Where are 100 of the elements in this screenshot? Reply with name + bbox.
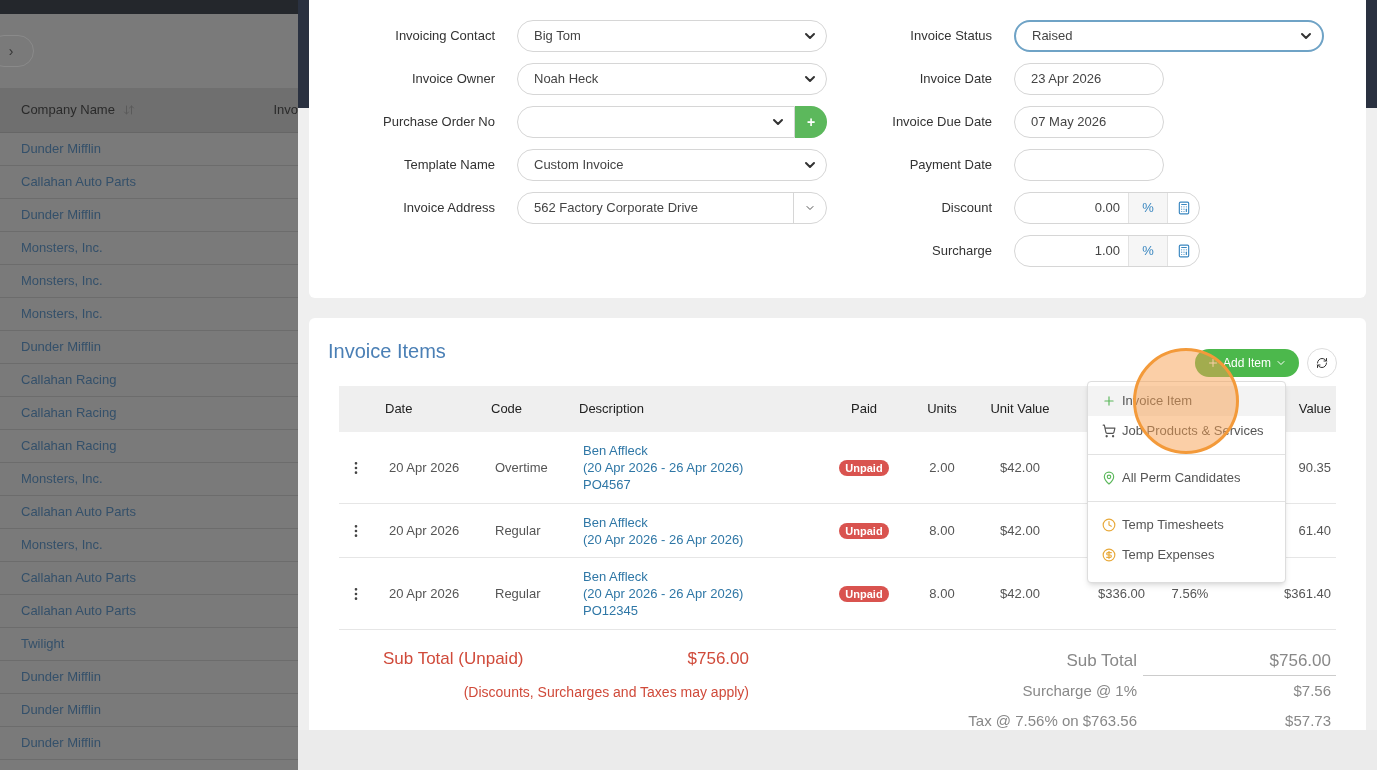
total-value: $756.00 [1143,646,1336,676]
table-cell-text: $361.40 [1283,584,1332,603]
total-label: Sub Total [1065,650,1138,673]
table-cell-text: $42.00 [999,458,1041,477]
company-link[interactable]: Callahan Auto Parts [21,568,136,588]
unpaid-badge: Unpaid [839,522,889,539]
menu-item[interactable]: Temp Timesheets [1088,510,1285,540]
description-link[interactable]: Ben Affleck [583,442,814,459]
select-field[interactable]: Custom Invoice [517,149,827,181]
company-link[interactable]: Monsters, Inc. [21,304,103,324]
table-cell-text: 8.00 [928,521,956,540]
field-label: Invoice Status [909,27,992,46]
column-header: Date [384,400,414,419]
section-title: Invoice Items [328,339,446,364]
table-cell-text: 2.00 [928,458,956,477]
table-cell-text: $42.00 [999,584,1041,603]
plus-icon [1102,394,1116,408]
company-link[interactable]: Twilight [21,634,65,654]
refresh-icon [1316,357,1328,369]
table-cell-text: 61.40 [1297,521,1332,540]
company-link[interactable]: Callahan Auto Parts [21,172,136,192]
field-label: Invoice Date [918,70,992,89]
select-field[interactable]: Noah Heck [517,63,827,95]
field-label: Template Name [402,156,495,175]
total-label: Surcharge @ 1% [1021,680,1138,701]
company-link[interactable]: Callahan Racing [21,436,117,456]
column-header[interactable]: Invo [273,100,298,120]
address-field[interactable]: 562 Factory Corporate Drive [517,192,827,224]
field-label: Invoicing Contact [394,27,495,46]
field-label: Discount [940,199,992,218]
company-link[interactable]: Dunder Mifflin [21,139,101,159]
plus-icon [1206,357,1219,369]
field-label: Payment Date [908,156,992,175]
field-label: Invoice Due Date [891,113,992,132]
table-cell-text: $336.00 [1097,584,1146,603]
description-link[interactable]: Ben Affleck [583,568,814,585]
company-link[interactable]: Dunder Mifflin [21,667,101,687]
column-header: Value [1297,400,1332,419]
map-pin-icon [1102,471,1116,485]
cart-icon [1102,424,1116,438]
field-label: Surcharge [931,242,992,261]
column-header: Units [926,400,958,419]
description-link[interactable]: (20 Apr 2026 - 26 Apr 2026) [583,459,814,476]
table-cell-text: $42.00 [999,521,1041,540]
company-link[interactable]: Callahan Auto Parts [21,502,136,522]
table-cell-text: 7.56% [1170,584,1210,603]
select-field[interactable]: Big Tom [517,20,827,52]
date-field[interactable]: 07 May 2026 [1014,106,1164,138]
column-header: Unit Value [989,400,1051,419]
table-cell-text: Regular [494,584,542,603]
add-item-button[interactable]: Add Item [1194,349,1299,377]
company-link[interactable]: Monsters, Inc. [21,469,103,489]
company-link[interactable]: Dunder Mifflin [21,205,101,225]
date-field[interactable]: 23 Apr 2026 [1014,63,1164,95]
menu-item[interactable]: All Perm Candidates [1088,463,1285,493]
description-link[interactable]: PO4567 [583,476,814,493]
company-link[interactable]: Monsters, Inc. [21,271,103,291]
date-field[interactable] [1014,149,1164,181]
calculator-icon[interactable] [1176,201,1191,215]
description-link[interactable]: (20 Apr 2026 - 26 Apr 2026) [583,585,814,602]
company-link[interactable]: Dunder Mifflin [21,733,101,753]
unpaid-badge: Unpaid [839,585,889,602]
total-value: $7.56 [1292,680,1332,701]
unpaid-subtotal-value: $756.00 [687,648,749,670]
field-label: Purchase Order No [382,113,495,132]
description-link[interactable]: Ben Affleck [583,513,814,531]
field-label: Invoice Owner [410,70,495,89]
percent-toggle[interactable]: % [1128,193,1168,223]
table-cell-text: Overtime [494,458,549,477]
table-cell-text: 20 Apr 2026 [388,521,461,540]
table-cell-text: Regular [494,521,542,540]
tax-note: (Discounts, Surcharges and Taxes may apply) [462,682,749,702]
dollar-coin-icon [1102,548,1116,562]
table-cell-text: 8.00 [928,584,956,603]
total-value: $57.73 [1284,710,1332,730]
company-link[interactable]: Monsters, Inc. [21,238,103,258]
field-label: Invoice Address [402,199,495,218]
company-link[interactable]: Callahan Racing [21,370,117,390]
company-link[interactable]: Dunder Mifflin [21,700,101,720]
number-field[interactable]: 0.00 [1015,198,1128,218]
company-link[interactable]: Monsters, Inc. [21,535,103,555]
unpaid-badge: Unpaid [839,459,889,476]
unpaid-subtotal-label: Sub Total (Unpaid) [383,648,524,670]
percent-toggle[interactable]: % [1128,236,1168,266]
select-field[interactable]: Raised [1014,20,1324,52]
column-header: Code [490,400,524,419]
table-cell-text: 20 Apr 2026 [388,584,461,603]
select-field[interactable] [517,106,795,138]
column-header: Paid [850,400,878,419]
calculator-icon[interactable] [1176,244,1191,258]
menu-item[interactable]: Temp Expenses [1088,540,1285,570]
number-field[interactable]: 1.00 [1015,241,1128,261]
company-link[interactable]: Callahan Racing [21,403,117,423]
description-link[interactable]: (20 Apr 2026 - 26 Apr 2026) [583,530,814,548]
description-link[interactable]: PO12345 [583,602,814,619]
column-header[interactable]: Company Name [21,100,115,120]
table-cell-text: 20 Apr 2026 [388,458,461,477]
add-button[interactable]: + [795,106,827,138]
company-link[interactable]: Callahan Auto Parts [21,601,136,621]
company-link[interactable]: Dunder Mifflin [21,337,101,357]
